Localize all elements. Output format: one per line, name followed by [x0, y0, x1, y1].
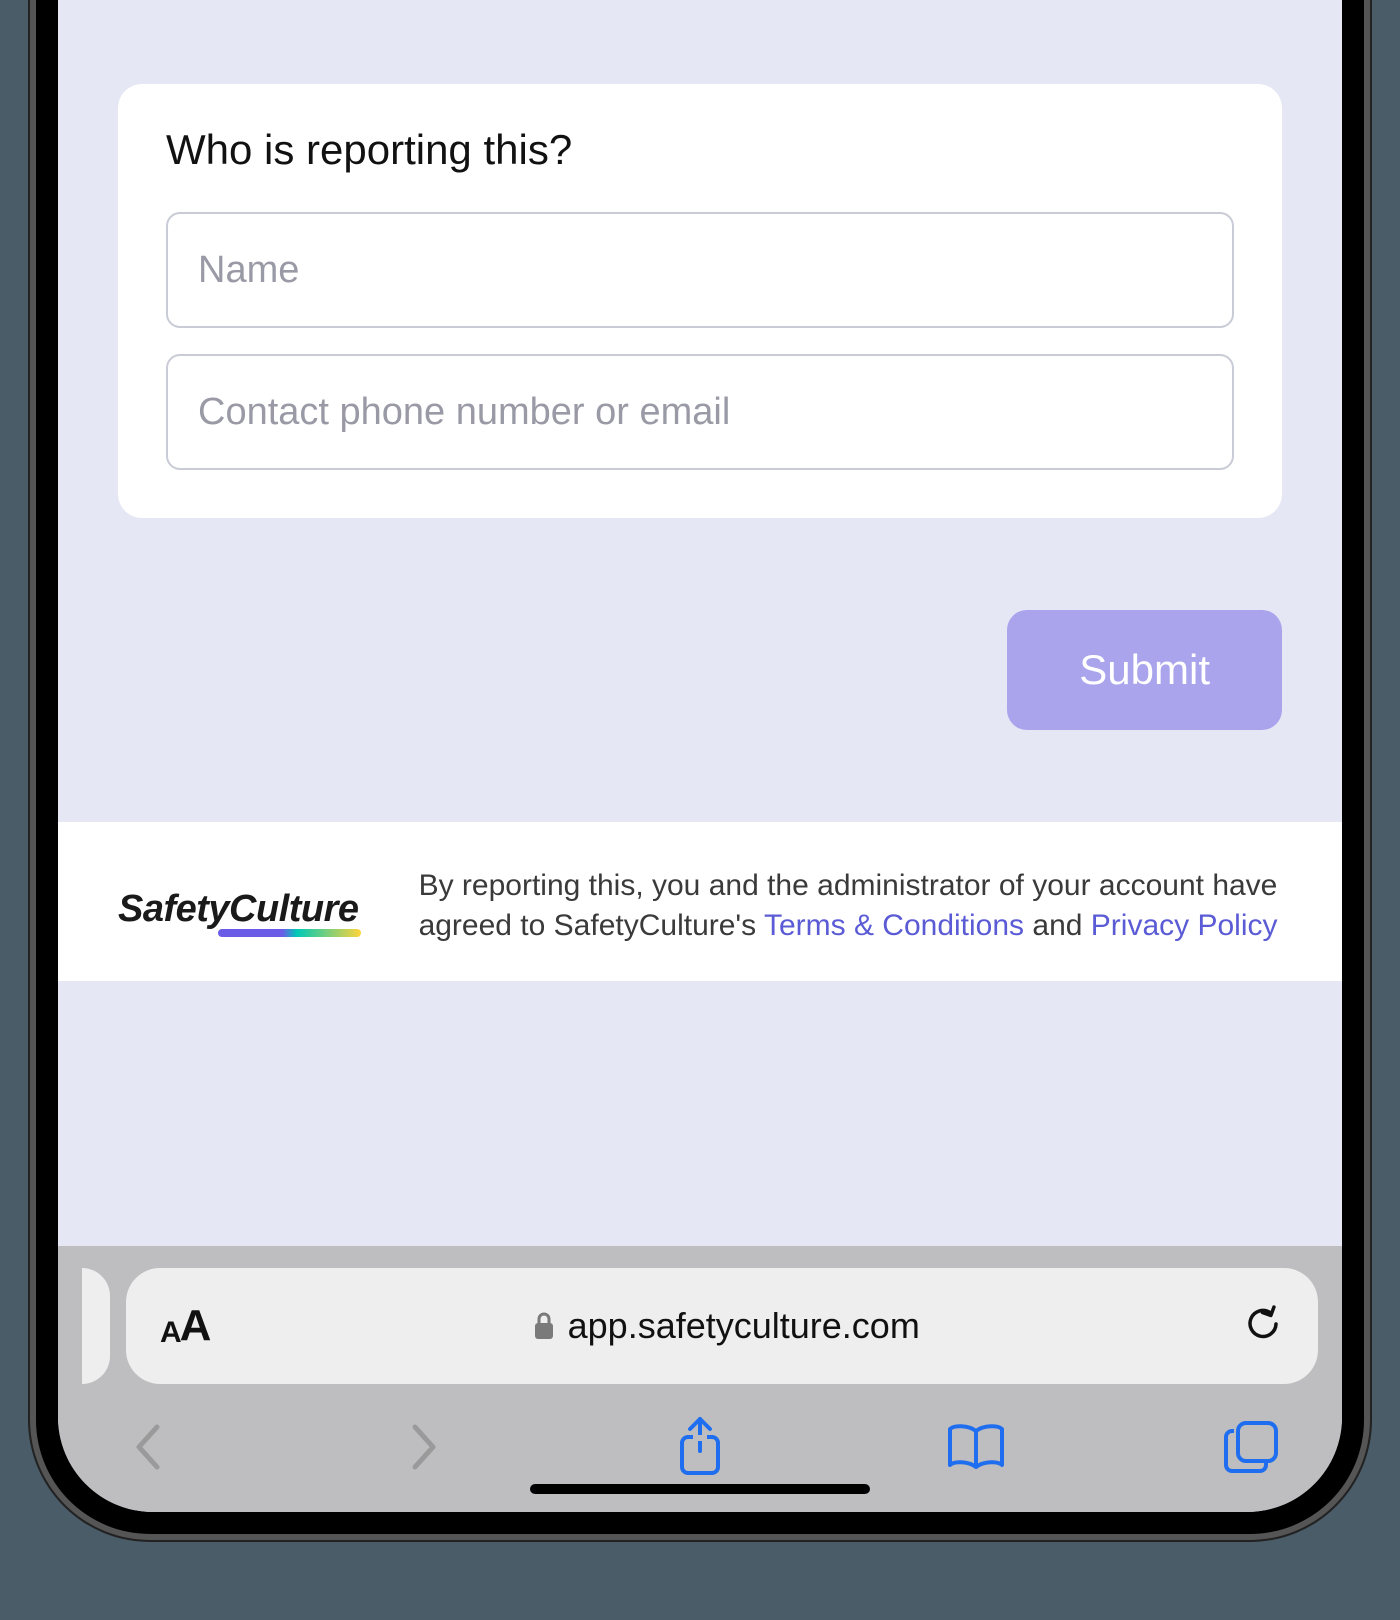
brand-logo: SafetyCulture	[118, 888, 359, 931]
book-icon	[944, 1421, 1008, 1473]
tab-peek[interactable]	[82, 1268, 110, 1384]
tabs-icon	[1222, 1417, 1282, 1477]
submit-button[interactable]: Submit	[1007, 610, 1282, 730]
url-bar[interactable]: AA app.safetyculture.com	[126, 1268, 1318, 1384]
legal-and: and	[1032, 909, 1090, 942]
tabs-button[interactable]	[1228, 1423, 1276, 1471]
share-icon	[674, 1415, 726, 1479]
reporter-card-title: Who is reporting this?	[166, 126, 1234, 174]
chevron-right-icon	[407, 1421, 441, 1473]
share-button[interactable]	[676, 1423, 724, 1471]
brand-logo-text: SafetyCulture	[118, 888, 359, 931]
name-input[interactable]	[166, 212, 1234, 328]
text-size-button[interactable]: AA	[160, 1304, 209, 1348]
lock-icon	[532, 1311, 556, 1341]
reload-button[interactable]	[1242, 1303, 1284, 1350]
text-size-small-a-icon: A	[160, 1318, 180, 1348]
device-frame: Who is reporting this? Submit SafetyCult…	[0, 0, 1400, 1620]
brand-logo-underline	[218, 929, 361, 937]
phone-bezel: Who is reporting this? Submit SafetyCult…	[30, 0, 1370, 1540]
back-button[interactable]	[124, 1423, 172, 1471]
url-text: app.safetyculture.com	[568, 1305, 920, 1347]
phone-screen: Who is reporting this? Submit SafetyCult…	[58, 0, 1342, 1512]
text-size-large-a-icon: A	[180, 1304, 210, 1348]
submit-row: Submit	[118, 610, 1282, 730]
reporter-card: Who is reporting this?	[118, 84, 1282, 518]
privacy-link[interactable]: Privacy Policy	[1091, 909, 1278, 942]
bookmarks-button[interactable]	[952, 1423, 1000, 1471]
legal-text: By reporting this, you and the administr…	[419, 866, 1282, 945]
brand-logo-label: SafetyCulture	[118, 888, 359, 930]
forward-button[interactable]	[400, 1423, 448, 1471]
chevron-left-icon	[131, 1421, 165, 1473]
url-display[interactable]: app.safetyculture.com	[227, 1305, 1224, 1347]
page-footer: SafetyCulture By reporting this, you and…	[58, 822, 1342, 981]
contact-input[interactable]	[166, 354, 1234, 470]
safari-url-row: AA app.safetyculture.com	[82, 1268, 1318, 1384]
terms-link[interactable]: Terms & Conditions	[764, 909, 1024, 942]
web-page-content: Who is reporting this? Submit SafetyCult…	[58, 0, 1342, 1246]
safari-toolbar: AA app.safetyculture.com	[58, 1246, 1342, 1512]
reload-icon	[1242, 1303, 1284, 1345]
home-indicator[interactable]	[530, 1484, 870, 1494]
